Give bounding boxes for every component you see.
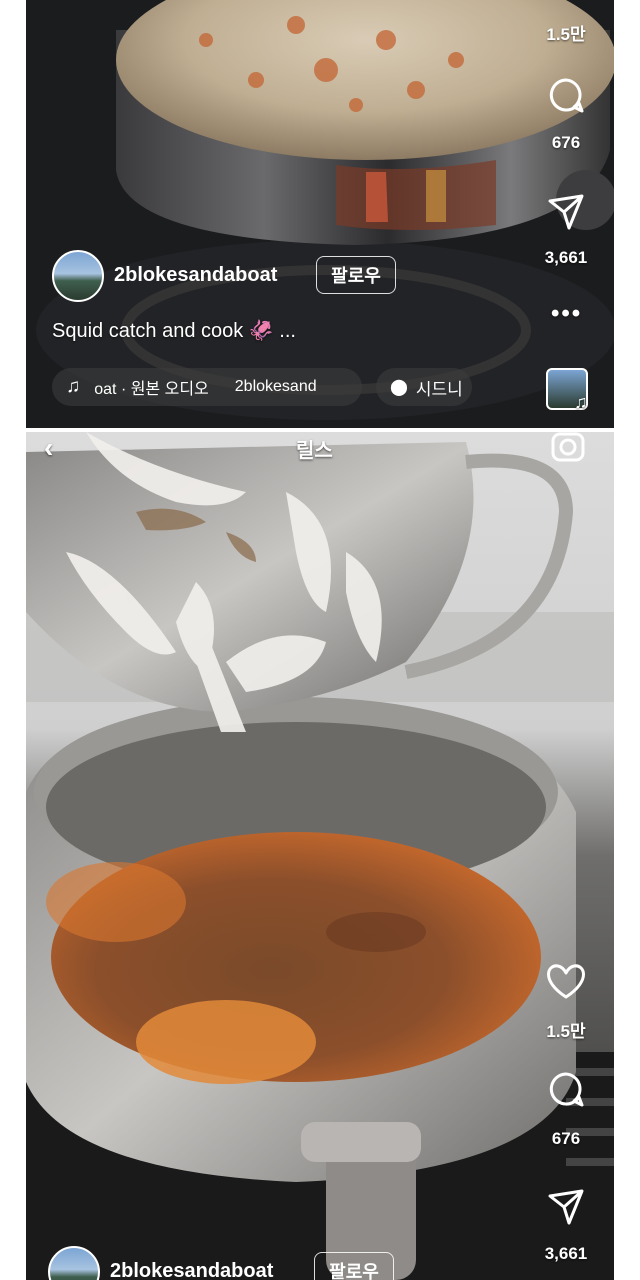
comment-icon[interactable] — [546, 76, 586, 116]
back-icon[interactable]: ‹ — [44, 432, 53, 464]
heart-icon[interactable] — [545, 962, 587, 1000]
audio-label: oat · 원본 오디오 — [94, 381, 209, 398]
page-title: 릴스 — [296, 440, 333, 462]
music-note-icon: ♫ — [574, 392, 588, 412]
music-note-icon: ♫ — [66, 376, 81, 397]
share-count: 3,661 — [544, 248, 588, 267]
reel-post-top: 1.5만 676 3,661 ••• 2blokesandaboat 팔로우 S… — [26, 0, 614, 428]
follow-button[interactable]: 팔로우 — [316, 256, 396, 294]
username[interactable]: 2blokesandaboat — [110, 1260, 273, 1280]
like-count: 1.5만 — [546, 25, 586, 44]
share-icon[interactable] — [547, 1188, 585, 1226]
audio-chip[interactable]: ♫ oat · 원본 오디오 2blokesand — [52, 368, 362, 406]
more-options-icon[interactable]: ••• — [551, 300, 582, 328]
video-frame-pouring-squid — [26, 432, 614, 1280]
comment-count: 676 — [551, 133, 581, 152]
caption[interactable]: Squid catch and cook 🦑 ... — [52, 318, 296, 343]
reel-post-bottom: ‹ 릴스 1.5만 676 3,661 2blokesandaboat 팔로우 — [26, 432, 614, 1280]
video-frame-boiling-pot — [26, 0, 614, 428]
location-label: 시드니 — [415, 379, 463, 399]
share-count: 3,661 — [544, 1244, 588, 1263]
location-pin-icon: ⬤ — [390, 379, 408, 396]
audio-user: 2blokesand — [234, 378, 317, 395]
camera-icon[interactable] — [550, 432, 586, 462]
follow-button[interactable]: 팔로우 — [314, 1252, 394, 1280]
comment-count: 676 — [551, 1129, 581, 1148]
like-count: 1.5만 — [546, 1022, 586, 1041]
share-icon[interactable] — [547, 193, 585, 231]
comment-icon[interactable] — [546, 1070, 586, 1110]
username[interactable]: 2blokesandaboat — [114, 264, 277, 287]
avatar[interactable] — [52, 250, 104, 302]
location-chip[interactable]: ⬤ 시드니 — [376, 368, 472, 406]
